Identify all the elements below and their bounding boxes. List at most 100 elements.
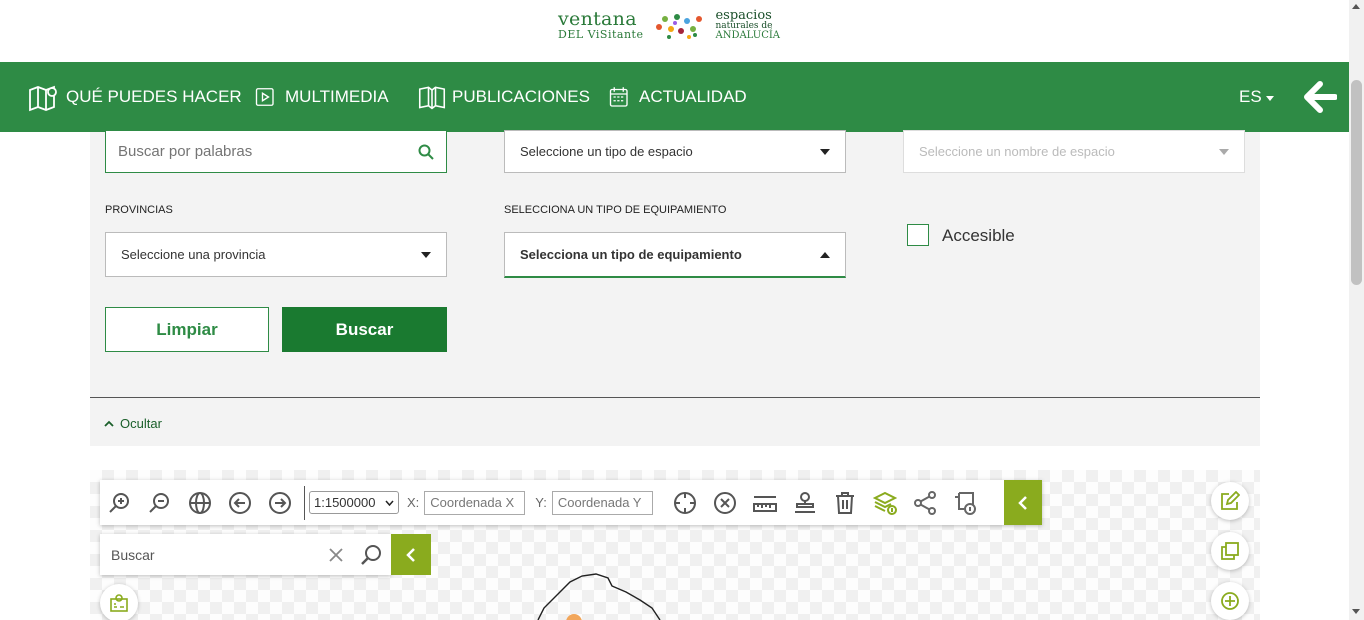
clear-coordinates-button[interactable] [705, 480, 745, 525]
logo-right: espacios naturales de ANDALUCÍA [715, 9, 780, 40]
equipment-type-label: SELECCIONA UN TIPO DE EQUIPAMIENTO [504, 204, 727, 216]
nav-item-que-puedes-hacer[interactable]: QUÉ PUEDES HACER [28, 62, 242, 132]
keyword-search-input[interactable] [118, 143, 418, 160]
equipment-type-select[interactable]: Selecciona un tipo de equipamiento [504, 232, 846, 278]
previous-extent-button[interactable] [220, 480, 260, 525]
chevron-left-icon [406, 547, 415, 562]
clear-search-button[interactable] [321, 547, 351, 562]
map-pin-icon [29, 85, 57, 112]
edit-button[interactable] [1211, 482, 1249, 520]
search-icon[interactable] [418, 144, 434, 160]
zoom-in-icon [109, 492, 129, 513]
dropdown-arrow-icon [820, 148, 830, 155]
space-type-value: Seleccione un tipo de espacio [520, 144, 693, 159]
y-coordinate-input[interactable]: Coordenada Y [551, 490, 653, 515]
layers-info-icon [872, 491, 897, 515]
back-arrow-icon[interactable] [1303, 80, 1337, 114]
measure-area-button[interactable] [785, 480, 825, 525]
share-icon [913, 490, 936, 515]
dropdown-arrow-icon [421, 251, 431, 258]
measure-distance-button[interactable] [745, 480, 785, 525]
map-region-outline [537, 573, 661, 620]
trash-icon [835, 491, 854, 514]
map-legend-icon [110, 594, 128, 612]
map-search-collapse-button[interactable] [391, 534, 431, 575]
page-scrollbar[interactable] [1349, 0, 1364, 620]
book-icon [418, 86, 446, 110]
site-logo[interactable]: ventana DEL ViSitante espacios naturales… [558, 8, 780, 42]
language-selector[interactable]: ES [1239, 62, 1274, 132]
add-button[interactable] [1211, 582, 1249, 620]
page: ventana DEL ViSitante espacios naturales… [0, 0, 1364, 620]
keyword-search-box[interactable] [105, 130, 447, 173]
accessible-label[interactable]: Accesible [942, 226, 1015, 246]
globe-icon [189, 491, 211, 514]
nav-label: ACTUALIDAD [639, 87, 747, 106]
zoom-out-button[interactable] [140, 480, 180, 525]
logo-flowers-icon [656, 14, 703, 39]
scroll-down-arrow-icon[interactable] [1352, 609, 1360, 614]
layer-info-button[interactable] [865, 480, 905, 525]
map-toolbar: 1:1500000 X: Coordenada X Y: Coordenada … [100, 480, 1042, 525]
scrollbar-thumb[interactable] [1351, 80, 1362, 285]
x-coordinate-label: X: [407, 495, 420, 510]
nav-label: PUBLICACIONES [452, 87, 590, 106]
full-extent-button[interactable] [180, 480, 220, 525]
logo-visitante-text: DEL ViSitante [558, 28, 644, 41]
scroll-up-arrow-icon[interactable] [1352, 4, 1360, 9]
plus-circle-icon [1221, 592, 1239, 610]
print-info-button[interactable] [945, 480, 985, 525]
copy-icon [1221, 542, 1239, 560]
map-search-input[interactable]: Buscar [100, 547, 321, 563]
x-coordinate-input[interactable]: Coordenada X [424, 490, 526, 515]
chevron-left-icon [1018, 495, 1027, 510]
accessible-checkbox[interactable] [907, 224, 929, 246]
nav-item-actualidad[interactable]: ACTUALIDAD [609, 62, 747, 132]
hide-filters-link[interactable]: Ocultar [104, 416, 162, 431]
nav-item-multimedia[interactable]: MULTIMEDIA [255, 62, 389, 132]
nav-label: MULTIMEDIA [285, 87, 389, 106]
delete-button[interactable] [825, 480, 865, 525]
y-coordinate-label: Y: [535, 495, 547, 510]
document-info-icon [954, 491, 976, 515]
chevron-down-icon [385, 500, 394, 506]
zoom-in-button[interactable] [100, 480, 140, 525]
hide-filters-label: Ocultar [120, 416, 162, 431]
dropdown-arrow-up-icon [820, 251, 830, 258]
space-type-select[interactable]: Seleccione un tipo de espacio [504, 130, 846, 173]
stamp-icon [794, 491, 815, 513]
nav-item-publicaciones[interactable]: PUBLICACIONES [418, 62, 590, 132]
locate-button[interactable] [665, 480, 705, 525]
main-nav: QUÉ PUEDES HACER MULTIMEDIA PUBLICACIONE… [0, 62, 1349, 132]
map-search-button[interactable] [351, 544, 391, 566]
language-label: ES [1239, 87, 1262, 106]
map-legend-button[interactable] [100, 584, 138, 620]
zoom-out-icon [149, 492, 169, 513]
province-value: Seleccione una provincia [121, 247, 266, 262]
provinces-label: PROVINCIAS [105, 204, 173, 216]
logo-ventana-text: ventana [558, 8, 637, 30]
nav-label: QUÉ PUEDES HACER [66, 87, 242, 106]
dropdown-arrow-icon [1219, 148, 1229, 155]
space-name-value: Seleccione un nombre de espacio [919, 144, 1115, 159]
chevron-up-icon [104, 420, 114, 427]
clear-button[interactable]: Limpiar [105, 307, 269, 352]
ruler-icon [752, 495, 777, 512]
search-icon [361, 544, 381, 565]
equipment-type-value: Selecciona un tipo de equipamiento [520, 247, 742, 262]
arrow-left-circle-icon [229, 491, 251, 514]
toolbar-divider [304, 485, 305, 520]
caret-down-icon [1265, 95, 1274, 101]
layers-button[interactable] [1211, 532, 1249, 570]
share-button[interactable] [905, 480, 945, 525]
province-select[interactable]: Seleccione una provincia [105, 232, 447, 277]
scale-value: 1:1500000 [314, 495, 376, 510]
hide-filters-row: Ocultar [90, 397, 1260, 446]
map-viewer[interactable]: 1:1500000 X: Coordenada X Y: Coordenada … [90, 470, 1260, 620]
close-circle-icon [713, 491, 736, 514]
scale-select[interactable]: 1:1500000 [309, 491, 399, 514]
search-button[interactable]: Buscar [282, 307, 447, 352]
close-icon [329, 547, 343, 562]
toolbar-collapse-button[interactable] [1004, 480, 1042, 525]
next-extent-button[interactable] [260, 480, 300, 525]
